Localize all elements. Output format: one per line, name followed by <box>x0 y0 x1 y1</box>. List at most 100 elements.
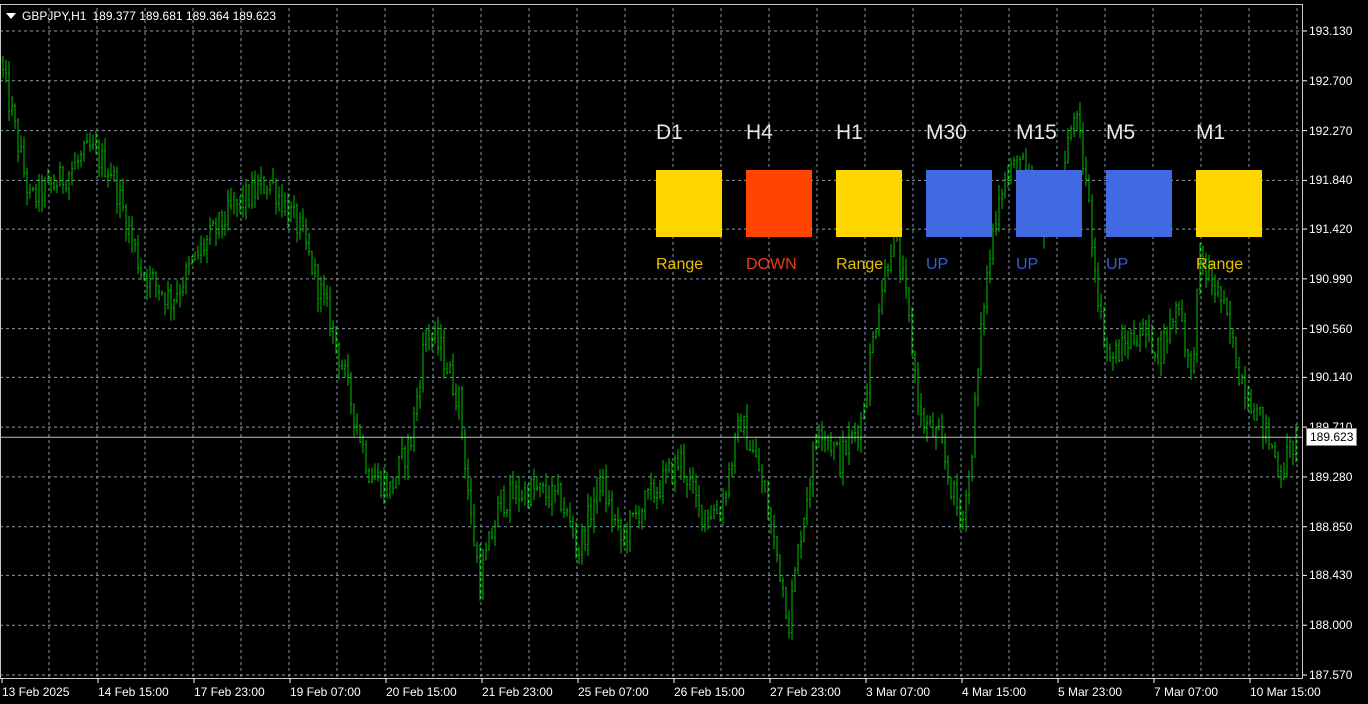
ohlc-bar <box>1079 102 1081 139</box>
ohlc-bar <box>1241 373 1243 385</box>
ohlc-bar <box>602 468 604 497</box>
ohlc-bar <box>968 470 970 505</box>
price-chart[interactable] <box>0 0 1368 704</box>
ohlc-bar <box>545 473 547 506</box>
ohlc-bar <box>1124 324 1126 356</box>
ohlc-bar <box>470 477 472 525</box>
ohlc-bar <box>701 504 703 532</box>
ohlc-bar <box>446 362 448 375</box>
ohlc-bar <box>953 480 955 506</box>
ohlc-bar <box>458 385 460 420</box>
ohlc-bar <box>122 178 124 212</box>
ohlc-bar <box>518 475 520 513</box>
x-tick-label: 20 Feb 15:00 <box>386 685 457 699</box>
ohlc-bar <box>569 502 571 528</box>
ohlc-bar <box>872 331 874 353</box>
ohlc-bar <box>554 484 556 504</box>
ohlc-bar <box>467 458 469 500</box>
ohlc-bar <box>596 477 598 515</box>
ohlc-bar <box>83 140 85 162</box>
ohlc-bar <box>1193 347 1195 375</box>
y-tick-label: 190.140 <box>1309 370 1353 385</box>
ohlc-bar <box>809 478 811 509</box>
ohlc-bar <box>728 462 730 499</box>
ohlc-bar <box>800 530 802 559</box>
trend-status-box <box>1016 170 1082 237</box>
ohlc-bar <box>152 268 154 280</box>
ohlc-bar <box>731 461 733 478</box>
ohlc-bar <box>1094 237 1096 283</box>
ohlc-bar <box>749 440 751 452</box>
y-tick-label: 191.840 <box>1309 173 1353 188</box>
ohlc-bar <box>485 542 487 561</box>
ohlc-bar <box>350 372 352 415</box>
ohlc-bar <box>353 403 355 437</box>
ohlc-bar <box>107 168 109 188</box>
ohlc-bar <box>203 238 205 257</box>
ohlc-bar <box>515 480 517 505</box>
dropdown-triangle-icon[interactable] <box>6 13 16 19</box>
ohlc-bar <box>254 170 256 208</box>
x-tick-label: 27 Feb 23:00 <box>770 685 841 699</box>
ohlc-bar <box>1013 156 1015 169</box>
ohlc-bar <box>140 258 142 280</box>
ohlc-bar <box>920 393 922 427</box>
ohlc-bar <box>182 276 184 297</box>
ohlc-bar <box>287 193 289 230</box>
ohlc-bar <box>950 477 952 500</box>
ohlc-bar <box>110 162 112 179</box>
ohlc-bar <box>608 490 610 507</box>
ohlc-bar <box>791 579 793 640</box>
ohlc-bar <box>1004 171 1006 199</box>
ohlc-bar <box>785 586 787 619</box>
ohlc-bar <box>839 437 841 478</box>
ohlc-bar <box>131 216 133 253</box>
ohlc-bar <box>65 180 67 193</box>
ohlc-bar <box>125 203 127 242</box>
ohlc-bar <box>179 283 181 308</box>
ohlc-bar <box>770 507 772 535</box>
ohlc-bar <box>437 316 439 356</box>
ohlc-bar <box>866 382 868 409</box>
ohlc-bar <box>1109 343 1111 362</box>
ohlc-bar <box>947 455 949 485</box>
ohlc-bar <box>326 285 328 307</box>
ohlc-bar <box>416 387 418 422</box>
ohlc-bar <box>1259 406 1261 416</box>
ohlc-bar <box>695 474 697 508</box>
ohlc-bar <box>1022 152 1024 160</box>
ohlc-bar <box>26 167 28 206</box>
timeframe-label: M1 <box>1196 121 1226 144</box>
ohlc-bar <box>860 412 862 453</box>
ohlc-bar <box>923 407 925 434</box>
ohlc-bar <box>566 507 568 517</box>
x-tick-label: 7 Mar 07:00 <box>1154 685 1219 699</box>
ohlc-bar <box>395 476 397 489</box>
ohlc-bar <box>1076 110 1078 132</box>
ohlc-bar <box>263 175 265 195</box>
ohlc-bar <box>788 610 790 639</box>
ohlc-values: 189.377 189.681 189.364 189.623 <box>92 9 276 23</box>
ohlc-bar <box>575 522 577 559</box>
ohlc-bar <box>1136 334 1138 347</box>
ohlc-bar <box>512 470 514 500</box>
ohlc-bar <box>386 471 388 499</box>
trend-status-box <box>746 170 812 237</box>
ohlc-bar <box>299 212 301 240</box>
ohlc-bar <box>689 467 691 491</box>
ohlc-bar <box>1289 436 1291 458</box>
ohlc-bar <box>1142 318 1144 336</box>
ohlc-bar <box>119 179 121 218</box>
ohlc-bar <box>404 445 406 480</box>
ohlc-bar <box>758 447 760 472</box>
ohlc-bar <box>338 342 340 380</box>
ohlc-bar <box>917 362 919 415</box>
ohlc-bar <box>1271 443 1273 450</box>
ohlc-bar <box>986 265 988 315</box>
x-tick-label: 4 Mar 15:00 <box>962 685 1027 699</box>
ohlc-bar <box>251 171 253 210</box>
ohlc-bar <box>590 496 592 527</box>
ohlc-bar <box>914 350 916 384</box>
ohlc-bar <box>269 179 271 195</box>
ohlc-bar <box>494 520 496 546</box>
